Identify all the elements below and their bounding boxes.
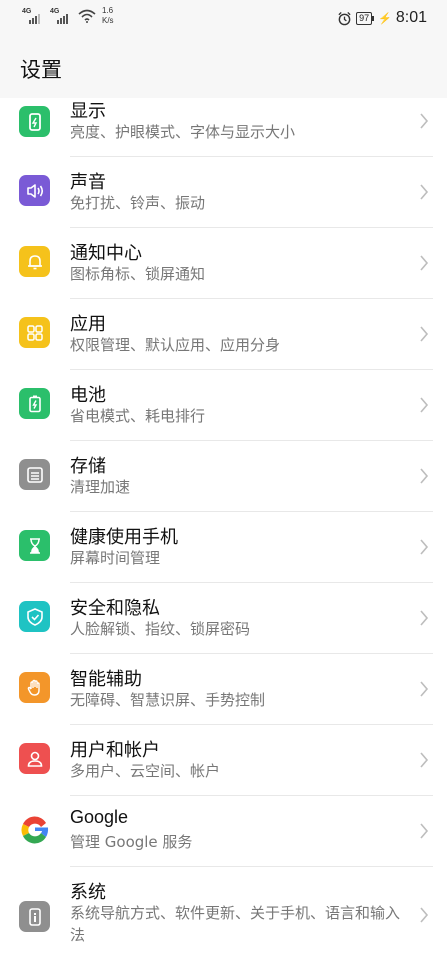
bell-icon — [19, 246, 50, 277]
chevron-right-icon — [420, 468, 429, 484]
settings-item-title: 智能辅助 — [70, 669, 142, 690]
settings-item-subtitle: 人脸解锁、指纹、锁屏密码 — [70, 620, 251, 638]
chevron-right-icon — [420, 326, 429, 342]
settings-item-subtitle: 免打扰、铃声、振动 — [70, 194, 206, 212]
settings-item-subtitle: 屏幕时间管理 — [70, 549, 161, 567]
user-icon — [19, 743, 50, 774]
status-left: 4G 4G 1.6 K/s — [22, 6, 114, 26]
settings-item-subtitle: 亮度、护眼模式、字体与显示大小 — [70, 123, 296, 141]
settings-item-sound[interactable]: 声音 免打扰、铃声、振动 — [0, 157, 447, 228]
chevron-right-icon — [420, 184, 429, 200]
chevron-right-icon — [420, 907, 429, 923]
chevron-right-icon — [420, 681, 429, 697]
chevron-right-icon — [420, 752, 429, 768]
hourglass-icon — [19, 530, 50, 561]
settings-item-subtitle: 管理 Google 服务 — [70, 833, 193, 851]
settings-item-users-accounts[interactable]: 用户和帐户 多用户、云空间、帐户 — [0, 725, 447, 796]
battery-icon — [19, 388, 50, 419]
settings-item-title: 声音 — [70, 172, 106, 193]
settings-item-subtitle: 系统导航方式、软件更新、关于手机、语言和输入法 — [70, 904, 401, 944]
settings-item-display[interactable]: 显示 亮度、护眼模式、字体与显示大小 — [0, 98, 447, 157]
battery-indicator: 97 — [356, 11, 375, 25]
settings-item-google[interactable]: Google 管理 Google 服务 — [0, 796, 447, 867]
apps-grid-icon — [19, 317, 50, 348]
alarm-icon — [338, 11, 351, 25]
sound-icon — [19, 175, 50, 206]
settings-item-subtitle: 无障碍、智慧识屏、手势控制 — [70, 691, 266, 709]
storage-icon — [19, 459, 50, 490]
shield-icon — [19, 601, 50, 632]
settings-item-title: 显示 — [70, 101, 106, 122]
settings-item-title: 安全和隐私 — [70, 598, 160, 619]
settings-item-title: 用户和帐户 — [70, 740, 160, 761]
settings-item-security[interactable]: 安全和隐私 人脸解锁、指纹、锁屏密码 — [0, 583, 447, 654]
settings-item-subtitle: 权限管理、默认应用、应用分身 — [70, 336, 281, 354]
hand-icon — [19, 672, 50, 703]
settings-item-title: 应用 — [70, 314, 106, 335]
settings-list[interactable]: 显示 亮度、护眼模式、字体与显示大小 声音 免打扰、铃声、振动 通知中心 图标角… — [0, 98, 447, 966]
page-title: 设置 — [20, 58, 62, 82]
network-speed: 1.6 K/s — [102, 6, 114, 26]
chevron-right-icon — [420, 397, 429, 413]
settings-item-subtitle: 清理加速 — [70, 478, 131, 496]
cellular-signal-icon-2: 4G — [50, 8, 72, 24]
chevron-right-icon — [420, 113, 429, 129]
settings-item-battery[interactable]: 电池 省电模式、耗电排行 — [0, 370, 447, 441]
network-speed-unit: K/s — [102, 16, 114, 25]
chevron-right-icon — [420, 255, 429, 271]
settings-item-smart-assist[interactable]: 智能辅助 无障碍、智慧识屏、手势控制 — [0, 654, 447, 725]
settings-item-title: 电池 — [70, 385, 106, 406]
chevron-right-icon — [420, 610, 429, 626]
cellular-signal-icon: 4G — [22, 8, 44, 24]
status-right: 97 ⚡ 8:01 — [337, 9, 427, 27]
settings-item-title: 系统 — [70, 882, 106, 903]
phone-info-icon — [19, 901, 50, 932]
settings-item-storage[interactable]: 存储 清理加速 — [0, 441, 447, 512]
settings-item-subtitle: 图标角标、锁屏通知 — [70, 265, 206, 283]
charging-icon: ⚡ — [378, 12, 392, 25]
chevron-right-icon — [420, 539, 429, 555]
google-icon — [19, 814, 50, 845]
wifi-icon — [78, 9, 96, 23]
settings-item-apps[interactable]: 应用 权限管理、默认应用、应用分身 — [0, 299, 447, 370]
settings-item-digital-balance[interactable]: 健康使用手机 屏幕时间管理 — [0, 512, 447, 583]
settings-item-title: Google — [70, 807, 129, 827]
settings-item-title: 健康使用手机 — [70, 527, 178, 548]
network-speed-value: 1.6 — [102, 6, 114, 15]
chevron-right-icon — [420, 823, 429, 839]
settings-item-system[interactable]: 系统 系统导航方式、软件更新、关于手机、语言和输入法 — [0, 867, 447, 959]
status-bar: 4G 4G 1.6 K/s 97 ⚡ 8:01 — [0, 0, 447, 36]
settings-item-title: 通知中心 — [70, 243, 142, 264]
display-icon — [19, 106, 50, 137]
settings-item-title: 存储 — [70, 456, 106, 477]
status-time: 8:01 — [395, 9, 427, 26]
header: 设置 — [0, 36, 447, 98]
settings-item-subtitle: 多用户、云空间、帐户 — [70, 762, 221, 780]
settings-item-subtitle: 省电模式、耗电排行 — [70, 407, 206, 425]
settings-item-notifications[interactable]: 通知中心 图标角标、锁屏通知 — [0, 228, 447, 299]
